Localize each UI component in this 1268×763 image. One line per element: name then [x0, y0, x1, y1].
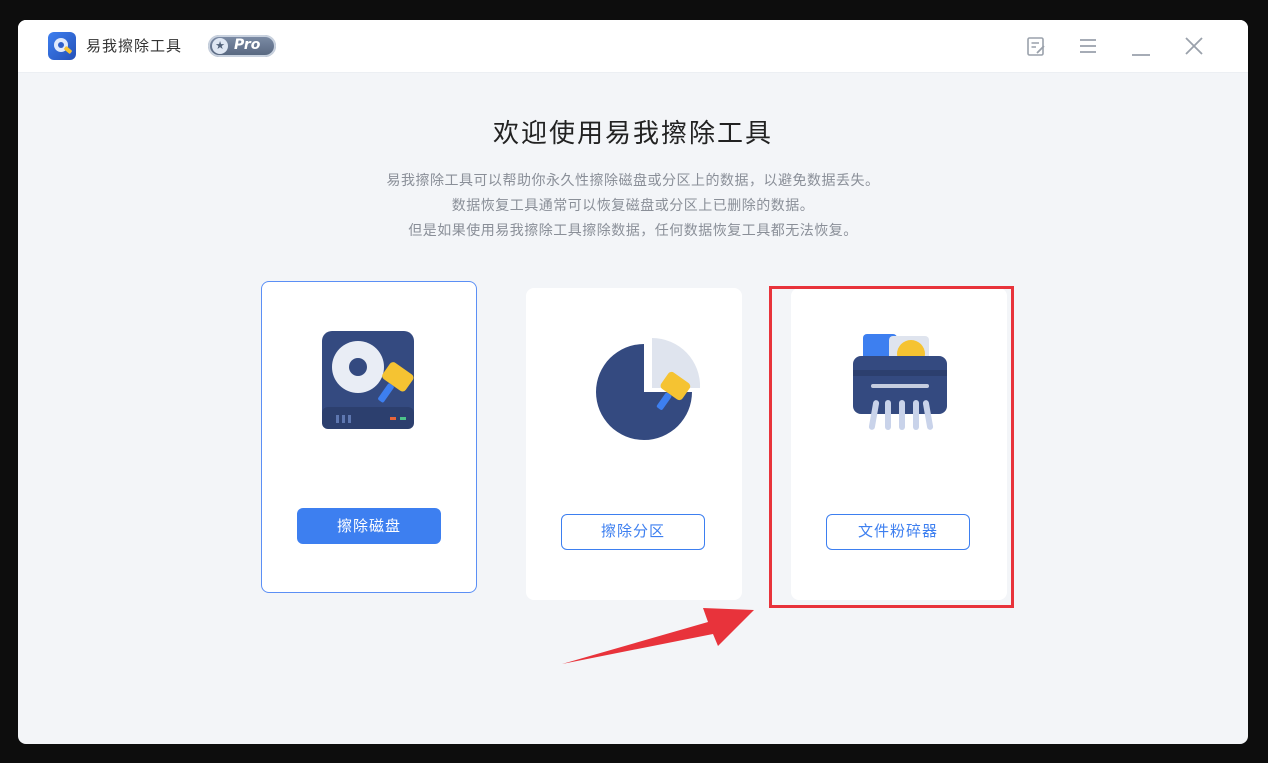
app-name: 易我擦除工具 — [86, 37, 183, 55]
title-bar: 易我擦除工具 ★ Pro — [18, 20, 1248, 73]
partition-eraser-icon — [582, 330, 702, 444]
highlight-box — [769, 286, 1014, 608]
page-title: 欢迎使用易我擦除工具 — [492, 119, 773, 149]
description-line-2: 数据恢复工具通常可以恢复磁盘或分区上已删除的数据。 — [451, 198, 815, 214]
red-arrow-icon — [558, 600, 758, 674]
menu-icon[interactable] — [1076, 34, 1100, 58]
wipe-disk-button[interactable]: 擦除磁盘 — [297, 508, 441, 544]
app-logo-icon — [48, 32, 76, 60]
disk-eraser-icon — [318, 327, 428, 441]
card-wipe-disk[interactable]: 擦除磁盘 — [261, 281, 477, 593]
pro-badge: ★ Pro — [208, 35, 276, 57]
star-icon: ★ — [212, 38, 228, 54]
card-wipe-partition[interactable]: 擦除分区 — [526, 288, 742, 600]
minimize-icon[interactable] — [1129, 34, 1153, 58]
pro-label: Pro — [234, 37, 261, 53]
description-line-1: 易我擦除工具可以帮助你永久性擦除磁盘或分区上的数据，以避免数据丢失。 — [386, 173, 880, 189]
close-icon[interactable] — [1182, 34, 1206, 58]
description-line-3: 但是如果使用易我擦除工具擦除数据，任何数据恢复工具都无法恢复。 — [408, 223, 858, 239]
wipe-partition-button[interactable]: 擦除分区 — [561, 514, 705, 550]
app-window: 易我擦除工具 ★ Pro 欢迎使用易我擦除工具 易我擦除工具可以帮助你永久性擦除… — [18, 20, 1248, 744]
feedback-icon[interactable] — [1024, 34, 1048, 58]
